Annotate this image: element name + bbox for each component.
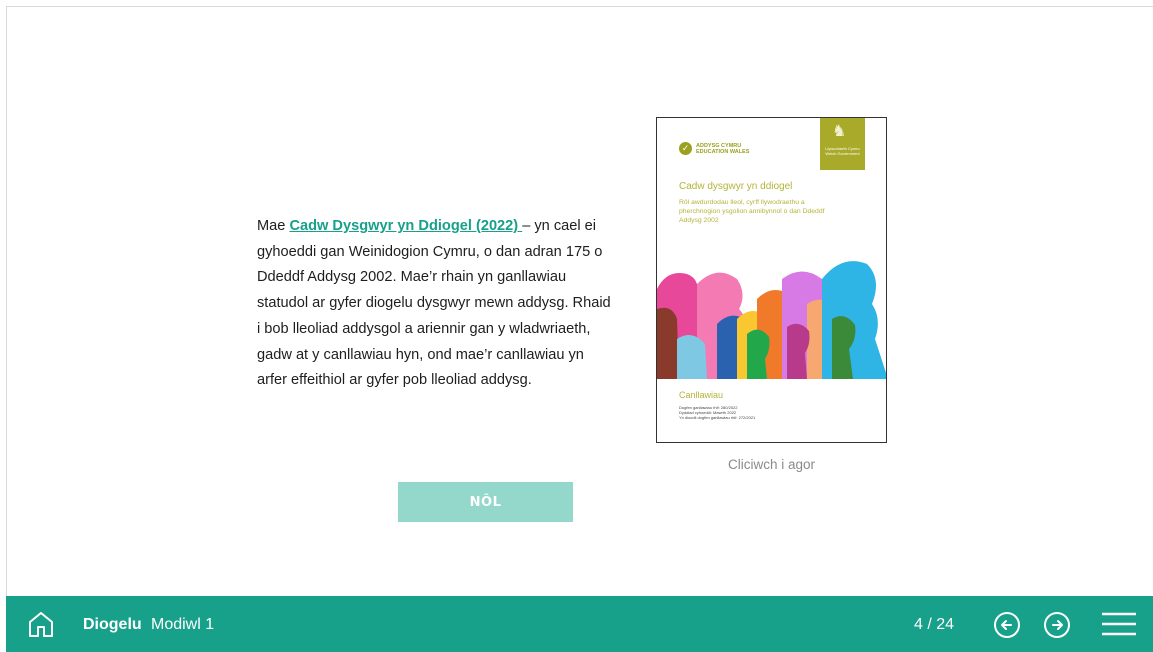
body-rest: – yn cael ei gyhoeddi gan Weinidogion Cy…: [257, 218, 611, 389]
bottom-navigation-bar: Diogelu Modiwl 1 4 / 24: [6, 596, 1153, 652]
footer-line-3: Yn disodli dogfen ganllawiau rhif: 272/2…: [679, 415, 756, 420]
arrow-right-circle-icon[interactable]: [1042, 610, 1072, 640]
course-title: Diogelu: [83, 616, 142, 633]
hamburger-menu-icon[interactable]: [1100, 610, 1138, 638]
silhouettes-artwork: [657, 249, 886, 379]
check-icon: ✓: [679, 142, 692, 155]
module-label: Modiwl 1: [151, 616, 215, 633]
page-counter: 4 / 24: [914, 616, 955, 633]
document-subtitle: Rôl awdurdodau lleol, cyrff llywodraethu…: [679, 199, 825, 224]
welsh-government-logo: ♞ Llywodraeth Cymru Welsh Government: [820, 118, 865, 170]
gov-line-2: Welsh Government: [825, 151, 860, 156]
document-title: Cadw dysgwyr yn ddiogel: [679, 181, 793, 192]
guidance-link[interactable]: Cadw Dysgwyr yn Ddiogel (2022): [289, 218, 522, 234]
body-paragraph: Mae Cadw Dysgwyr yn Ddiogel (2022) – yn …: [257, 214, 617, 394]
intro-prefix: Mae: [257, 218, 290, 234]
education-wales-logo: ✓ ADDYSG CYMRU EDUCATION WALES: [679, 142, 749, 155]
open-document-caption[interactable]: Cliciwch i agor: [656, 457, 887, 472]
back-button[interactable]: NÔL: [398, 482, 573, 522]
dragon-icon: ♞: [832, 123, 847, 140]
logo-line-2: EDUCATION WALES: [696, 148, 750, 155]
arrow-left-circle-icon[interactable]: [992, 610, 1022, 640]
document-thumbnail[interactable]: ✓ ADDYSG CYMRU EDUCATION WALES ♞ Llywodr…: [656, 117, 887, 443]
document-footer-title: Canllawiau: [679, 390, 724, 400]
home-icon[interactable]: [26, 609, 56, 639]
